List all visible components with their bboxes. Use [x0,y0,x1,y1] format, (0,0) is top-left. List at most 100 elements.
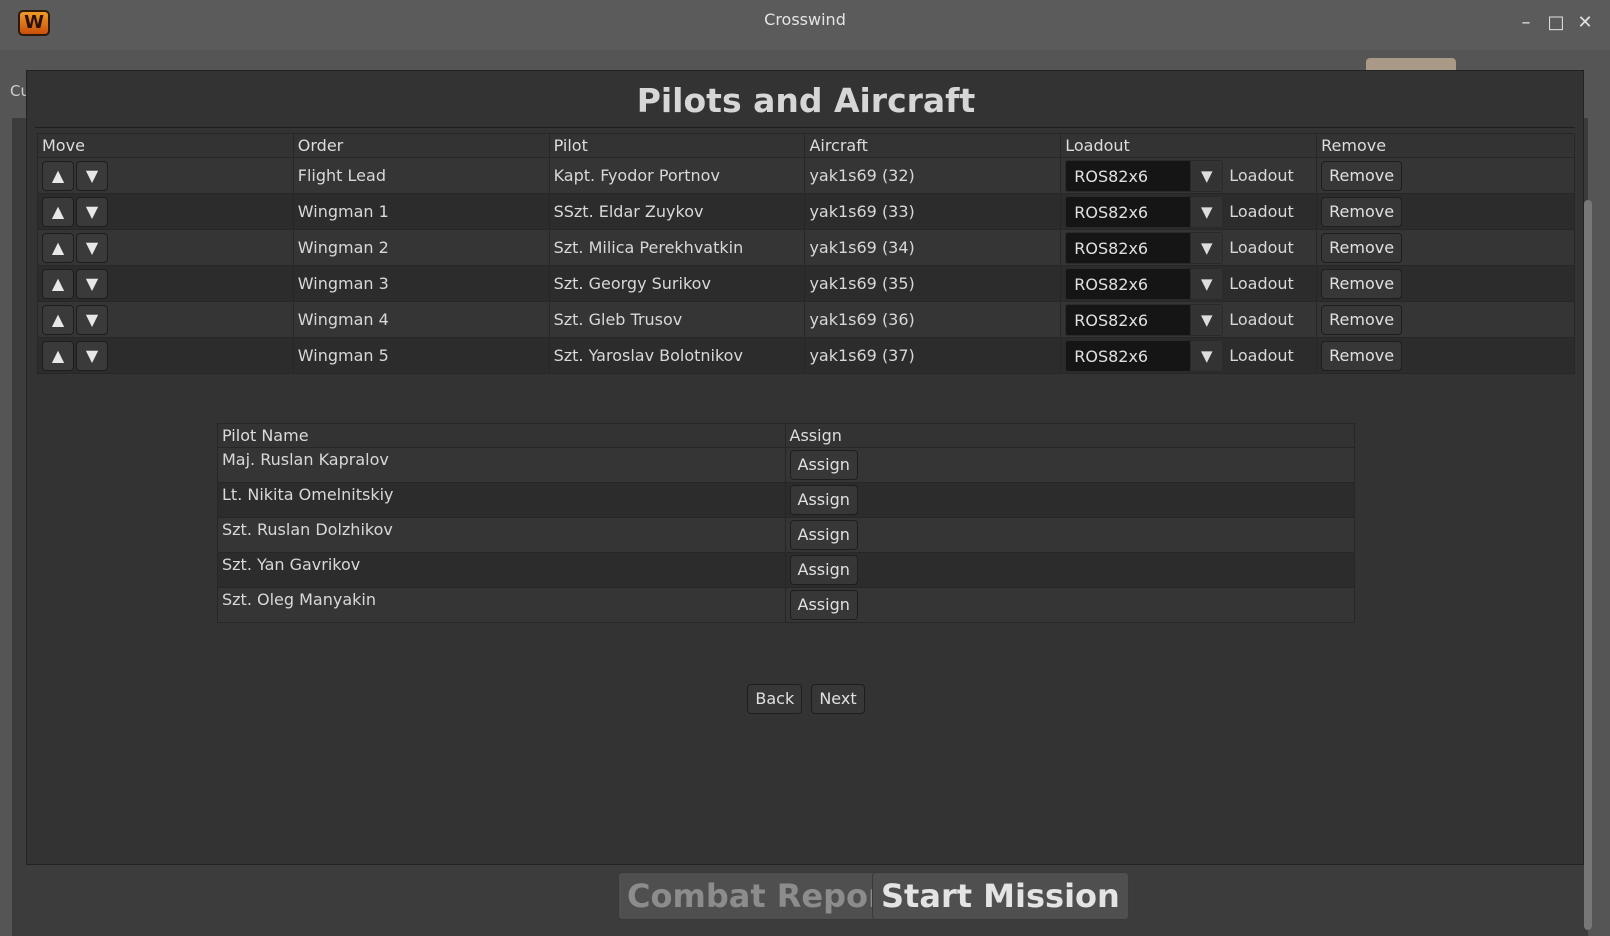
remove-cell: Remove [1316,157,1575,194]
loadout-cell: ROS82x6 ▼ Loadout [1060,301,1318,338]
chevron-down-icon[interactable]: ▼ [1190,232,1223,263]
pilot-cell: Kapt. Fyodor Portnov [548,157,806,194]
assign-cell: Assign [784,447,1355,483]
pilot-cell: SSzt. Eldar Zuykov [548,193,806,230]
combat-report-button[interactable]: Combat Report [618,872,909,920]
list-item: Maj. Ruslan Kapralov Assign [217,447,1355,483]
move-up-icon[interactable]: ▲ [42,196,74,227]
assign-button[interactable]: Assign [789,555,858,585]
loadout-select[interactable]: ROS82x6 ▼ [1065,339,1224,372]
column-header-pilot: Pilot [548,133,806,158]
remove-cell: Remove [1316,193,1575,230]
close-icon[interactable]: ✕ [1574,12,1596,34]
table-row: ▲ ▼ Flight Lead Kapt. Fyodor Portnov yak1… [37,157,1575,194]
move-up-icon[interactable]: ▲ [42,340,74,371]
order-cell: Wingman 5 [292,337,550,374]
table-row: ▲ ▼ Wingman 1 SSzt. Eldar Zuykov yak1s69 … [37,193,1575,230]
table-row: ▲ ▼ Wingman 3 Szt. Georgy Surikov yak1s69… [37,265,1575,302]
assign-button[interactable]: Assign [789,485,858,515]
table-row: ▲ ▼ Wingman 5 Szt. Yaroslav Bolotnikov ya… [37,337,1575,374]
loadout-label: Loadout [1229,274,1294,293]
background-scrollbar[interactable] [1584,200,1592,930]
maximize-icon[interactable]: □ [1545,12,1567,34]
loadout-select-value: ROS82x6 [1074,202,1149,222]
move-up-icon[interactable]: ▲ [42,232,74,263]
title-bar: W Crosswind – □ ✕ [0,0,1610,50]
loadout-label: Loadout [1229,238,1294,257]
assign-button[interactable]: Assign [789,520,858,550]
column-header-assign: Assign [784,423,1355,448]
order-cell: Wingman 2 [292,229,550,266]
aircraft-cell: yak1s69 (33) [804,193,1062,230]
table-row: ▲ ▼ Wingman 4 Szt. Gleb Trusov yak1s69 (3… [37,301,1575,338]
move-cell: ▲ ▼ [37,157,294,194]
pilots-table-header: Pilot Name Assign [217,423,1355,448]
remove-button[interactable]: Remove [1321,304,1403,335]
assign-cell: Assign [784,482,1355,518]
pilot-cell: Szt. Yaroslav Bolotnikov [548,337,806,374]
order-cell: Wingman 3 [292,265,550,302]
available-pilots-table: Pilot Name Assign Maj. Ruslan Kapralov A… [217,423,1355,623]
chevron-down-icon[interactable]: ▼ [1190,340,1223,371]
remove-button[interactable]: Remove [1321,232,1403,263]
list-item: Szt. Oleg Manyakin Assign [217,587,1355,623]
loadout-select[interactable]: ROS82x6 ▼ [1065,159,1224,192]
pilot-name-cell: Szt. Oleg Manyakin [217,587,786,623]
pilot-cell: Szt. Georgy Surikov [548,265,806,302]
dialog-navigation: Back Next [27,684,1585,714]
column-header-loadout: Loadout [1060,133,1318,158]
move-down-icon[interactable]: ▼ [76,196,108,227]
loadout-label: Loadout [1229,310,1294,329]
move-down-icon[interactable]: ▼ [76,268,108,299]
move-cell: ▲ ▼ [37,337,294,374]
pilot-name-cell: Szt. Ruslan Dolzhikov [217,517,786,553]
column-header-aircraft: Aircraft [804,133,1062,158]
pilot-cell-highlighted: Szt. Gleb Trusov [548,301,806,338]
aircraft-cell: yak1s69 (32) [804,157,1062,194]
list-item: Szt. Ruslan Dolzhikov Assign [217,517,1355,553]
move-cell: ▲ ▼ [37,265,294,302]
remove-button[interactable]: Remove [1321,196,1403,227]
move-down-icon[interactable]: ▼ [76,304,108,335]
loadout-select[interactable]: ROS82x6 ▼ [1065,267,1224,300]
chevron-down-icon[interactable]: ▼ [1190,268,1223,299]
chevron-down-icon[interactable]: ▼ [1190,160,1223,191]
chevron-down-icon[interactable]: ▼ [1190,196,1223,227]
aircraft-cell: yak1s69 (36) [804,301,1062,338]
remove-button[interactable]: Remove [1321,160,1403,191]
move-cell: ▲ ▼ [37,229,294,266]
column-header-order: Order [292,133,550,158]
chevron-down-icon[interactable]: ▼ [1190,304,1223,335]
loadout-select-value: ROS82x6 [1074,238,1149,258]
flight-table: Move Order Pilot Aircraft Loadout Remove… [37,133,1575,374]
loadout-select-value: ROS82x6 [1074,166,1149,186]
loadout-select-value: ROS82x6 [1074,310,1149,330]
remove-button[interactable]: Remove [1321,340,1403,371]
back-button[interactable]: Back [747,684,803,714]
move-down-icon[interactable]: ▼ [76,340,108,371]
loadout-label: Loadout [1229,202,1294,221]
move-down-icon[interactable]: ▼ [76,160,108,191]
loadout-select-value: ROS82x6 [1074,346,1149,366]
loadout-select[interactable]: ROS82x6 ▼ [1065,231,1224,264]
remove-cell: Remove [1316,301,1575,338]
loadout-select-value: ROS82x6 [1074,274,1149,294]
aircraft-cell: yak1s69 (35) [804,265,1062,302]
assign-button[interactable]: Assign [789,450,858,480]
pilots-aircraft-dialog: Pilots and Aircraft Move Order Pilot Air… [26,70,1584,865]
column-header-remove: Remove [1316,133,1575,158]
start-mission-button[interactable]: Start Mission [872,872,1129,920]
move-up-icon[interactable]: ▲ [42,268,74,299]
move-up-icon[interactable]: ▲ [42,304,74,335]
remove-cell: Remove [1316,265,1575,302]
assign-button[interactable]: Assign [789,590,858,620]
move-down-icon[interactable]: ▼ [76,232,108,263]
column-header-move: Move [37,133,294,158]
loadout-select[interactable]: ROS82x6 ▼ [1065,303,1224,336]
loadout-select[interactable]: ROS82x6 ▼ [1065,195,1224,228]
assign-cell: Assign [784,587,1355,623]
next-button[interactable]: Next [811,684,865,714]
minimize-icon[interactable]: – [1515,12,1537,34]
move-up-icon[interactable]: ▲ [42,160,74,191]
remove-button[interactable]: Remove [1321,268,1403,299]
